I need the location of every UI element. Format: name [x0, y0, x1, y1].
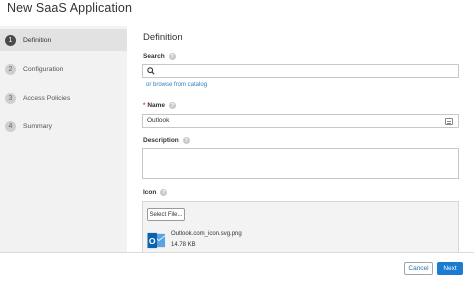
icon-label-row: Icon ?: [143, 189, 168, 196]
search-input[interactable]: [142, 64, 459, 78]
next-button[interactable]: Next: [437, 262, 463, 275]
required-mark: *: [143, 102, 146, 109]
outlook-icon: O: [147, 232, 166, 249]
cancel-button[interactable]: Cancel: [404, 262, 433, 275]
search-icon: [147, 67, 155, 75]
name-label-row: * Name ?: [143, 102, 177, 109]
step-number: 4: [5, 120, 16, 132]
step-label: Summary: [23, 122, 53, 130]
select-file-button[interactable]: Select File...: [147, 208, 185, 221]
icon-label: Icon: [143, 189, 157, 196]
outlook-icon-letter: O: [149, 236, 156, 246]
step-definition[interactable]: 1 Definition: [0, 29, 127, 51]
footer-bar: Cancel Next: [0, 252, 474, 282]
step-number: 2: [5, 63, 16, 75]
step-configuration[interactable]: 2 Configuration: [0, 58, 127, 80]
section-title: Definition: [143, 32, 183, 43]
wizard-steps: 1 Definition 2 Configuration 3 Access Po…: [0, 26, 127, 252]
step-access-policies[interactable]: 3 Access Policies: [0, 87, 127, 109]
help-icon[interactable]: ?: [168, 53, 176, 60]
step-label: Configuration: [23, 65, 64, 73]
search-label: Search: [143, 53, 165, 60]
help-icon[interactable]: ?: [169, 102, 177, 109]
name-value: Outlook: [147, 117, 170, 124]
step-label: Definition: [23, 36, 52, 44]
definition-panel: Definition Search ? or browse from catal…: [127, 26, 474, 252]
step-number: 1: [5, 34, 16, 46]
icon-upload-area: Select File... O Outlook.com_icon.svg.pn…: [142, 201, 459, 252]
name-field[interactable]: Outlook: [142, 114, 459, 128]
name-label: Name: [147, 102, 166, 109]
step-summary[interactable]: 4 Summary: [0, 115, 127, 137]
description-label-row: Description ?: [143, 137, 190, 144]
browse-catalog-link[interactable]: or browse from catalog: [146, 82, 207, 88]
description-field[interactable]: [142, 148, 459, 179]
window-titlebar: New SaaS Application: [0, 0, 474, 20]
file-name: Outlook.com_icon.svg.png: [171, 231, 242, 237]
description-label: Description: [143, 137, 179, 144]
file-size: 14.78 KB: [171, 242, 196, 248]
search-label-row: Search ?: [143, 53, 176, 60]
contact-card-icon[interactable]: [445, 118, 453, 125]
step-label: Access Policies: [23, 94, 71, 102]
step-number: 3: [5, 92, 16, 104]
help-icon[interactable]: ?: [160, 189, 168, 196]
help-icon[interactable]: ?: [182, 137, 190, 144]
window-title: New SaaS Application: [7, 1, 132, 15]
